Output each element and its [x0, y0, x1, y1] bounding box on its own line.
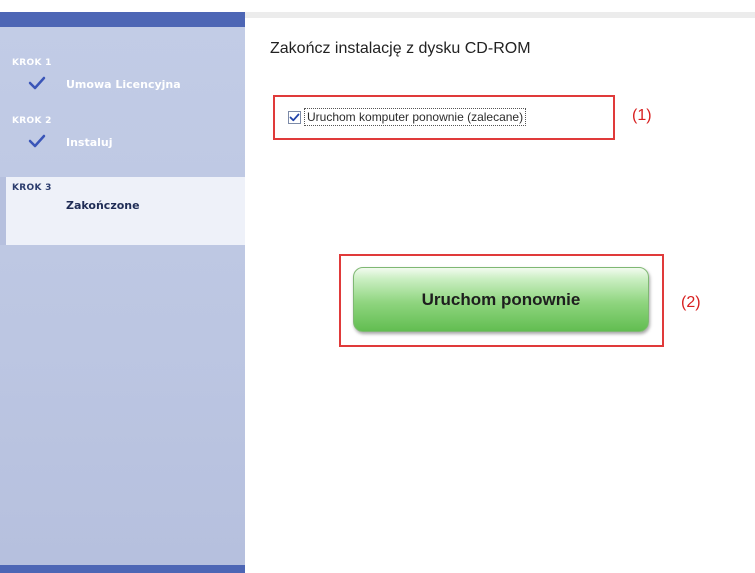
- step-3-title: Zakończone: [66, 199, 140, 212]
- step-1-title: Umowa Licencyjna: [66, 78, 181, 91]
- sidebar-step-2: KROK 2 Instaluj: [0, 112, 245, 167]
- restart-computer-option[interactable]: Uruchom komputer ponownie (zalecane): [288, 107, 527, 127]
- sidebar-bottom-strip: [0, 565, 245, 573]
- sidebar-step-1: KROK 1 Umowa Licencyjna: [0, 52, 245, 102]
- restart-now-button[interactable]: Uruchom ponownie: [353, 267, 649, 332]
- step-1-label: KROK 1: [12, 58, 52, 68]
- page-title: Zakończ instalację z dysku CD-ROM: [270, 40, 531, 57]
- sidebar-top-strip: [0, 12, 245, 27]
- active-step-edge: [0, 177, 6, 245]
- restart-computer-checkbox[interactable]: [288, 110, 301, 124]
- step-3-label: KROK 3: [12, 183, 52, 193]
- annotation-number-2: (2): [681, 294, 701, 311]
- sidebar-step-3-active: KROK 3 Zakończone: [0, 177, 245, 245]
- checkmark-icon: [289, 113, 300, 121]
- window-top-edge: [0, 0, 755, 12]
- content-top-shade: [245, 12, 755, 18]
- restart-computer-label[interactable]: Uruchom komputer ponownie (zalecane): [304, 108, 527, 126]
- installer-sidebar: KROK 1 Umowa Licencyjna KROK 2 Instaluj …: [0, 12, 245, 573]
- check-icon: [28, 134, 46, 148]
- check-icon: [28, 76, 46, 90]
- step-2-label: KROK 2: [12, 116, 52, 126]
- step-2-title: Instaluj: [66, 136, 113, 149]
- annotation-number-1: (1): [632, 107, 652, 124]
